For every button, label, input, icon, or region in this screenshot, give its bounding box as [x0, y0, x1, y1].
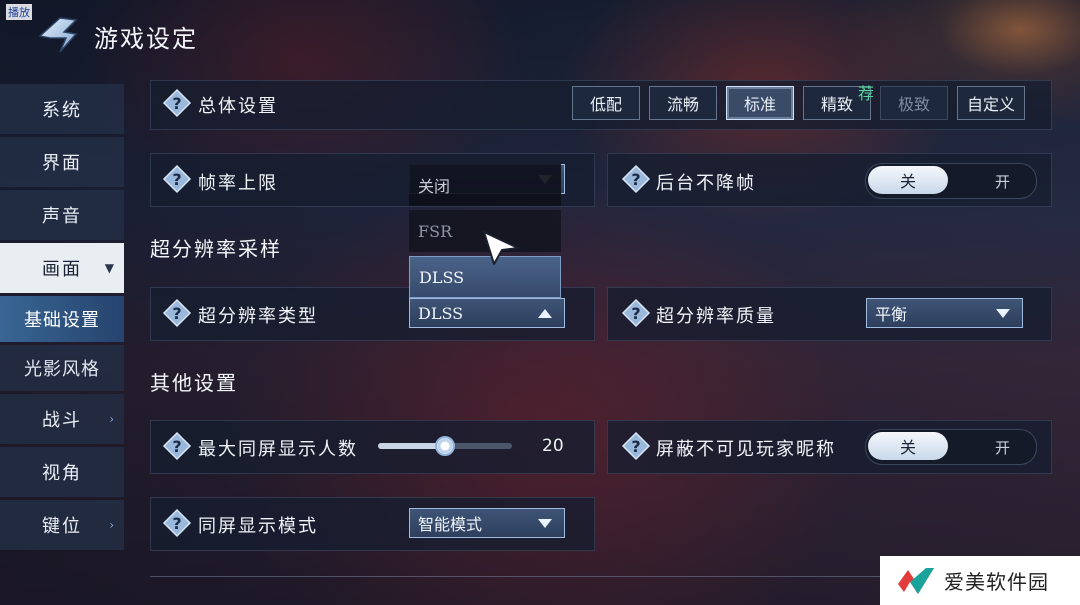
- chevron-right-icon: ›: [109, 412, 116, 426]
- help-icon[interactable]: ?: [162, 164, 192, 194]
- background-frames-label: 后台不降帧: [656, 173, 756, 194]
- watermark: 爱美软件园: [880, 556, 1080, 605]
- menu-option-off[interactable]: 关闭: [409, 164, 561, 206]
- help-icon[interactable]: ?: [621, 431, 651, 461]
- max-players-value: 20: [542, 436, 564, 456]
- sidebar-subitem-lighting[interactable]: 光影风格: [0, 345, 124, 391]
- toggle-on-segment: 关: [868, 432, 948, 460]
- hide-names-toggle[interactable]: 关 开: [865, 429, 1037, 465]
- dropdown-value: 平衡: [875, 305, 908, 324]
- preset-custom-button[interactable]: 自定义: [957, 86, 1025, 120]
- sidebar-item-camera[interactable]: 视角: [0, 447, 124, 497]
- other-section-title: 其他设置: [150, 371, 238, 395]
- menu-option-label: DLSS: [419, 267, 465, 287]
- page-title: 游戏设定: [94, 24, 198, 53]
- chevron-down-icon: ▼: [104, 261, 116, 275]
- menu-option-label: FSR: [418, 221, 453, 241]
- svg-text:?: ?: [172, 94, 181, 113]
- sidebar-item-label: 视角: [42, 463, 82, 484]
- sidebar-item-interface[interactable]: 界面: [0, 137, 124, 187]
- sidebar-item-label: 界面: [42, 153, 82, 174]
- preset-low-button[interactable]: 低配: [572, 86, 640, 120]
- preset-label: 极致: [897, 95, 930, 114]
- dropdown-value: DLSS: [418, 303, 464, 323]
- toggle-on-segment: 关: [868, 166, 948, 194]
- sidebar-item-combat[interactable]: 战斗 ›: [0, 394, 124, 444]
- svg-text:?: ?: [172, 304, 181, 323]
- corner-label: 播放: [6, 4, 32, 20]
- slider-thumb[interactable]: [435, 436, 455, 456]
- svg-text:?: ?: [631, 304, 640, 323]
- chevron-down-icon: [538, 519, 552, 528]
- sidebar-item-graphics[interactable]: 画面 ▼: [0, 243, 124, 293]
- preset-label: 自定义: [966, 95, 1015, 114]
- watermark-text: 爱美软件园: [944, 570, 1049, 594]
- sidebar-item-label: 键位: [42, 516, 82, 537]
- chevron-right-icon: ›: [109, 518, 116, 532]
- menu-option-label: 关闭: [418, 177, 451, 196]
- sidebar-item-sound[interactable]: 声音: [0, 190, 124, 240]
- preset-smooth-button[interactable]: 流畅: [649, 86, 717, 120]
- sidebar-subitem-basic[interactable]: 基础设置: [0, 296, 124, 342]
- sidebar-item-label: 系统: [42, 100, 82, 121]
- sidebar-subitem-label: 基础设置: [24, 310, 100, 331]
- upscale-quality-label: 超分辨率质量: [656, 306, 776, 327]
- header: 游戏设定: [36, 8, 198, 64]
- display-mode-dropdown[interactable]: 智能模式: [409, 508, 565, 538]
- help-icon[interactable]: ?: [162, 431, 192, 461]
- chevron-emblem-icon: [38, 17, 78, 53]
- svg-text:?: ?: [172, 170, 181, 189]
- help-icon[interactable]: ?: [162, 298, 192, 328]
- dropdown-value: 智能模式: [418, 515, 483, 534]
- sidebar-item-system[interactable]: 系统: [0, 84, 124, 134]
- svg-text:?: ?: [172, 437, 181, 456]
- recommend-badge: 荐: [858, 84, 875, 103]
- upscale-type-label: 超分辨率类型: [198, 306, 318, 327]
- display-mode-label: 同屏显示模式: [198, 516, 318, 537]
- frame-rate-label: 帧率上限: [198, 173, 278, 194]
- max-players-label: 最大同屏显示人数: [198, 439, 358, 460]
- upscale-quality-dropdown[interactable]: 平衡: [866, 298, 1023, 328]
- help-icon[interactable]: ?: [621, 298, 651, 328]
- hide-names-label: 屏蔽不可见玩家昵称: [656, 439, 836, 460]
- help-icon[interactable]: ?: [162, 88, 192, 118]
- help-icon[interactable]: ?: [162, 508, 192, 538]
- preset-ultra-button[interactable]: 极致: [880, 86, 948, 120]
- preset-label: 精致: [820, 95, 853, 114]
- preset-label: 流畅: [666, 95, 699, 114]
- sidebar-item-keybinds[interactable]: 键位 ›: [0, 500, 124, 550]
- toggle-off-segment: 开: [994, 439, 1010, 457]
- chevron-down-icon: [996, 309, 1010, 318]
- toggle-off-segment: 开: [994, 173, 1010, 191]
- help-icon[interactable]: ?: [621, 164, 651, 194]
- preset-label: 低配: [589, 95, 622, 114]
- watermark-logo-icon: [898, 567, 934, 594]
- mouse-cursor-icon: [483, 231, 519, 265]
- svg-text:?: ?: [631, 170, 640, 189]
- sidebar-item-label: 战斗: [42, 410, 82, 431]
- preset-label: 标准: [743, 95, 776, 114]
- preset-standard-button[interactable]: 标准: [726, 86, 794, 120]
- sidebar-item-label: 画面: [42, 259, 82, 280]
- upscale-type-dropdown[interactable]: DLSS: [409, 298, 565, 328]
- svg-text:?: ?: [172, 514, 181, 533]
- overall-settings-label: 总体设置: [198, 96, 278, 117]
- sidebar-item-label: 声音: [42, 206, 82, 227]
- sidebar: 系统 界面 声音 画面 ▼ 基础设置 光影风格 战斗 › 视角 键位 ›: [0, 84, 124, 553]
- svg-text:?: ?: [631, 437, 640, 456]
- sidebar-subitem-label: 光影风格: [24, 359, 100, 380]
- upscaling-section-title: 超分辨率采样: [150, 237, 282, 261]
- chevron-up-icon: [538, 309, 552, 318]
- background-frames-toggle[interactable]: 关 开: [865, 163, 1037, 199]
